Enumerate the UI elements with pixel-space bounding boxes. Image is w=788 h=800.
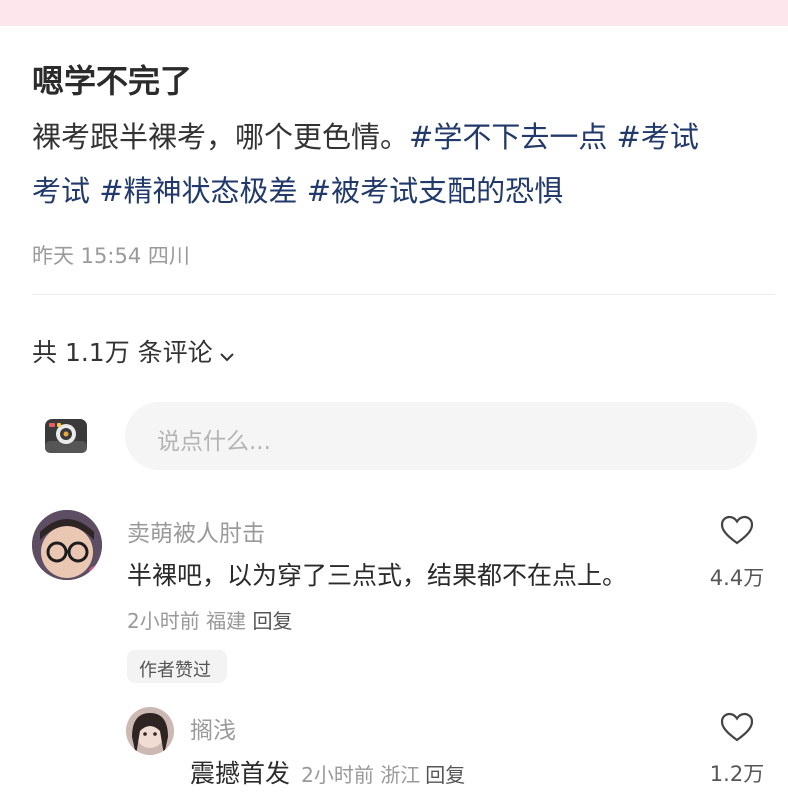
avatar[interactable] [126, 707, 174, 755]
comment-text: 震撼首发 [190, 759, 291, 788]
camera-icon[interactable] [44, 418, 88, 454]
comment-count-sort[interactable]: 共 1.1万 条评论 [32, 333, 235, 369]
avatar[interactable] [32, 510, 102, 580]
reply-button[interactable]: 回复 [425, 763, 465, 787]
comment-username[interactable]: 卖萌被人肘击 [127, 514, 265, 548]
comment-line: 震撼首发 2小时前 浙江 回复 [190, 754, 465, 790]
hashtag-link[interactable]: #被考试支配的恐惧 [307, 174, 563, 208]
heart-icon[interactable] [720, 712, 754, 742]
comment-count-label: 共 1.1万 条评论 [32, 338, 213, 367]
comment-input[interactable]: 说点什么... [125, 402, 757, 470]
post-body-line-2: 考试 #精神状态极差 #被考试支配的恐惧 [32, 171, 563, 211]
post-body-line-1: 裸考跟半裸考，哪个更色情。#学不下去一点 #考试 [32, 117, 699, 157]
divider [32, 294, 775, 295]
author-liked-badge-label: 作者赞过 [139, 660, 211, 681]
reply-button[interactable]: 回复 [252, 609, 292, 633]
post-title: 嗯学不完了 [32, 62, 193, 100]
comment-input-placeholder: 说点什么... [157, 429, 271, 455]
author-liked-badge: 作者赞过 [127, 650, 227, 683]
hashtag-link[interactable]: #学不下去一点 [409, 120, 607, 154]
heart-icon[interactable] [720, 515, 754, 545]
top-bar [0, 0, 788, 26]
comment-time-location: 2小时前 浙江 [301, 763, 421, 787]
chevron-down-icon [219, 340, 235, 369]
like-count: 1.2万 [709, 762, 765, 786]
comment-time-location: 2小时前 福建 [127, 609, 247, 633]
hashtag-link[interactable]: #考试 [617, 120, 699, 154]
hashtag-link-continued[interactable]: 考试 [32, 174, 90, 208]
comment-username[interactable]: 搁浅 [190, 711, 236, 745]
post-body-text: 裸考跟半裸考，哪个更色情。 [32, 120, 410, 154]
comment-text: 半裸吧，以为穿了三点式，结果都不在点上。 [127, 561, 628, 590]
comment-meta: 2小时前 福建 回复 [127, 605, 292, 634]
post-meta: 昨天 15:54 四川 [32, 244, 190, 268]
hashtag-link[interactable]: #精神状态极差 [99, 174, 297, 208]
like-count: 4.4万 [709, 566, 765, 590]
